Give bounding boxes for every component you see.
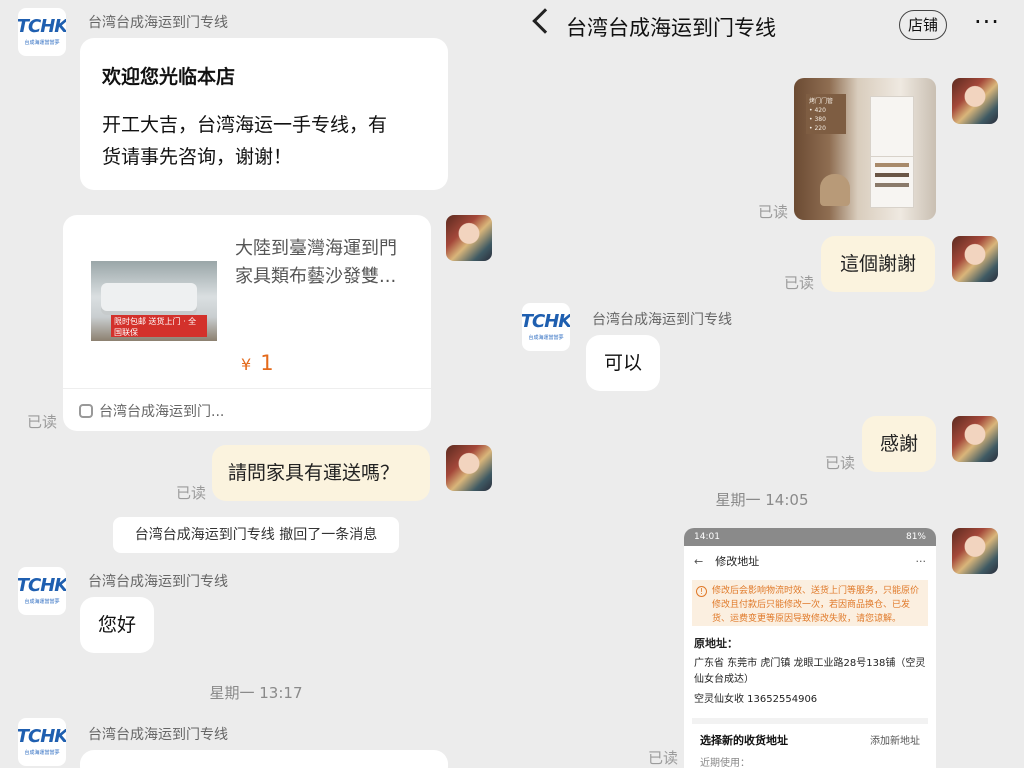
read-status: 已读 — [648, 749, 679, 767]
question-bubble[interactable]: 請問家具有運送嗎？ — [212, 445, 430, 501]
shop-avatar[interactable]: TCHK 台成海運當當夢 — [18, 8, 66, 56]
product-price: ¥ 1 — [241, 351, 274, 375]
shop-avatar[interactable]: TCHK 台成海運當當夢 — [18, 567, 66, 615]
sender-name: 台湾台成海运到门专线 — [592, 312, 732, 328]
user-avatar[interactable] — [446, 445, 492, 491]
user-avatar[interactable] — [952, 528, 998, 574]
shop-icon — [79, 404, 93, 418]
screenshot-more-icon: ··· — [915, 554, 927, 568]
screenshot-back-arrow-icon: ← — [694, 554, 704, 568]
product-title-line-1: 大陸到臺灣海運到門 — [235, 238, 397, 259]
price-value: 1 — [260, 351, 274, 375]
reply-bubble[interactable]: 可以 — [586, 335, 660, 391]
product-card[interactable]: 限时包邮 送货上门 · 全国联保 大陸到臺灣海運到門 家具類布藝沙發雙... ¥… — [63, 215, 431, 431]
shop-avatar[interactable]: TCHK 台成海運當當夢 — [522, 303, 570, 351]
sofa-shape — [101, 283, 197, 311]
welcome-body-line-1: 开工大吉，台湾海运一手专线，有 — [102, 114, 388, 136]
read-status: 已读 — [27, 413, 58, 431]
user-avatar[interactable] — [952, 236, 998, 282]
screenshot-header: ← 修改地址 ··· — [684, 546, 936, 576]
timestamp: 星期一 14:05 — [715, 491, 809, 509]
cabinet-shape — [870, 96, 914, 208]
shop-logo-sub: 台成海運當當夢 — [24, 750, 60, 756]
screenshot-new-address: 选择新的收货地址 添加新地址 近期使用： — [692, 718, 928, 768]
shop-logo: TCHK — [18, 575, 66, 596]
shop-avatar[interactable]: TCHK 台成海運當當夢 — [18, 718, 66, 766]
cabinet-label: 烤门门管 — [809, 98, 834, 105]
screenshot-orig-label: 原地址： — [694, 637, 738, 650]
product-title-line-2: 家具類布藝沙發雙... — [235, 266, 397, 287]
screenshot-recipient: 空灵仙女收 13652554906 — [694, 694, 818, 705]
warning-icon: ! — [696, 586, 707, 597]
product-image[interactable]: 限时包邮 送货上门 · 全国联保 — [91, 261, 217, 341]
product-shop-link[interactable]: 台湾台成海运到门... — [79, 401, 224, 421]
screenshot-status-bar: 14:01 81% — [684, 528, 936, 546]
cabinet-label: • 420 — [809, 107, 826, 114]
message-bubble-partial[interactable] — [80, 750, 448, 768]
left-chat-panel: TCHK 台成海運當當夢 台湾台成海运到门专线 欢迎您光临本店 开工大吉，台湾海… — [0, 0, 512, 768]
welcome-body-line-2: 货请事先咨询，谢谢！ — [102, 146, 293, 168]
read-status: 已读 — [784, 274, 815, 292]
sender-name: 台湾台成海运到门专线 — [88, 15, 228, 31]
sender-name: 台湾台成海运到门专线 — [88, 727, 228, 743]
screenshot-add-label: 添加新地址 — [870, 736, 920, 747]
address-screenshot-image[interactable]: 14:01 81% ← 修改地址 ··· ! 修改后会影响物流时效、送货上门等服… — [684, 528, 936, 768]
product-shop-label: 台湾台成海运到门... — [99, 404, 225, 420]
right-chat-panel: 台湾台成海运到门专线 店铺 ··· 烤门门管 • 420 • 380 • 220… — [512, 0, 1024, 768]
welcome-title: 欢迎您光临本店 — [102, 66, 236, 88]
chat-title: 台湾台成海运到门专线 — [566, 16, 776, 40]
store-button[interactable]: 店铺 — [899, 10, 947, 40]
shop-logo: TCHK — [18, 16, 66, 37]
user-avatar[interactable] — [446, 215, 492, 261]
thanks-bubble-2[interactable]: 感謝 — [862, 416, 936, 472]
screenshot-original-address: 原地址： 广东省 东莞市 虎门镇 龙眼工业路28号138铺（空灵 仙女台成达） … — [684, 630, 936, 714]
chevron-left-icon[interactable] — [532, 8, 558, 34]
screenshot-warning: ! 修改后会影响物流时效、送货上门等服务，只能原价修改且付款后只能修改一次，若因… — [692, 580, 928, 626]
stool-shape — [820, 174, 850, 206]
screenshot-addr-line-2: 仙女台成达） — [694, 674, 754, 685]
welcome-message-bubble[interactable]: 欢迎您光临本店 开工大吉，台湾海运一手专线，有 货请事先咨询，谢谢！ — [80, 38, 448, 190]
user-avatar[interactable] — [952, 78, 998, 124]
timestamp: 星期一 13:17 — [209, 684, 303, 702]
screenshot-addr-line-1: 广东省 东莞市 虎门镇 龙眼工业路28号138铺（空灵 — [694, 658, 926, 669]
cabinet-size-labels: 烤门门管 • 420 • 380 • 220 — [806, 94, 846, 134]
cabinet-image[interactable]: 烤门门管 • 420 • 380 • 220 — [794, 78, 936, 220]
screenshot-recent-label: 近期使用： — [700, 758, 750, 768]
sender-name: 台湾台成海运到门专线 — [88, 574, 228, 590]
shop-logo: TCHK — [18, 726, 66, 747]
product-title[interactable]: 大陸到臺灣海運到門 家具類布藝沙發雙... — [235, 235, 397, 291]
shop-logo-sub: 台成海運當當夢 — [24, 599, 60, 605]
read-status: 已读 — [825, 454, 856, 472]
cabinet-label: • 220 — [809, 125, 826, 132]
screenshot-warning-text: 修改后会影响物流时效、送货上门等服务，只能原价修改且付款后只能修改一次，若因商品… — [712, 586, 920, 624]
cabinet-label: • 380 — [809, 116, 826, 123]
card-divider — [63, 388, 431, 389]
shop-logo: TCHK — [522, 311, 570, 332]
user-avatar[interactable] — [952, 416, 998, 462]
price-symbol: ¥ — [241, 355, 252, 374]
screenshot-title: 修改地址 — [715, 555, 760, 568]
product-image-banner: 限时包邮 送货上门 · 全国联保 — [111, 315, 207, 337]
greeting-bubble[interactable]: 您好 — [80, 597, 154, 653]
shop-logo-sub: 台成海運當當夢 — [24, 40, 60, 46]
more-icon[interactable]: ··· — [974, 10, 1000, 34]
recall-notice: 台湾台成海运到门专线 撤回了一条消息 — [113, 517, 399, 553]
screenshot-status-battery: 81% — [905, 532, 926, 542]
screenshot-select-label: 选择新的收货地址 — [700, 734, 788, 747]
read-status: 已读 — [758, 203, 789, 221]
screenshot-status-time: 14:01 — [694, 532, 720, 542]
shop-logo-sub: 台成海運當當夢 — [528, 335, 564, 341]
thanks-bubble[interactable]: 這個謝謝 — [821, 236, 935, 292]
read-status: 已读 — [176, 484, 207, 502]
